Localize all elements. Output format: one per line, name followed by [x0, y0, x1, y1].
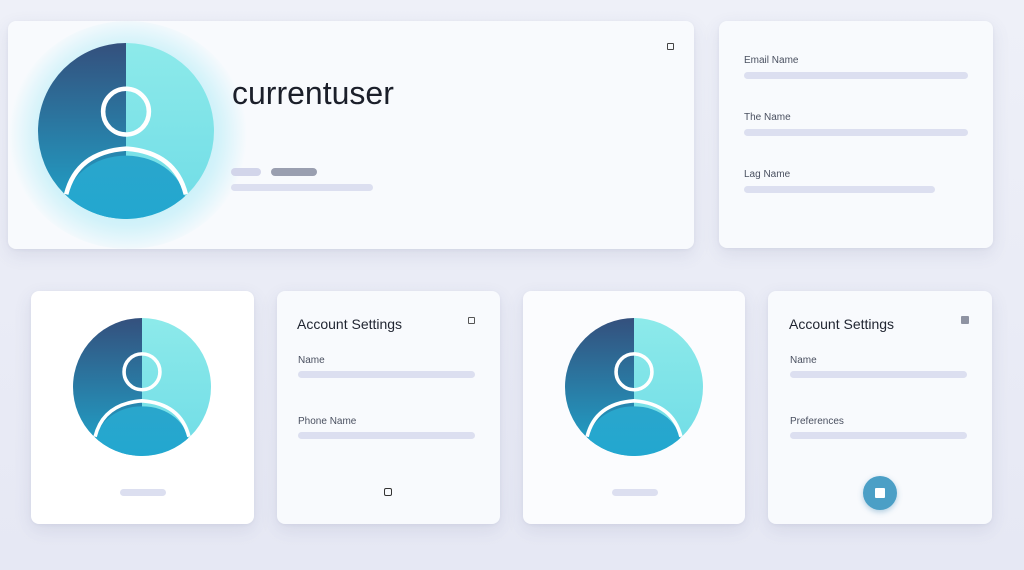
- detail-field[interactable]: [744, 186, 935, 193]
- field-input[interactable]: [790, 432, 967, 439]
- field-label: Name: [298, 355, 325, 366]
- avatar-card: [31, 291, 254, 524]
- action-button[interactable]: [863, 476, 897, 510]
- grid-icon[interactable]: [468, 317, 475, 324]
- profile-tag-placeholder: [231, 168, 261, 176]
- settings-card: Account Settings Name Preferences: [768, 291, 992, 524]
- card-title: Account Settings: [297, 316, 403, 332]
- profile-card: currentuser: [8, 21, 694, 249]
- avatar[interactable]: [73, 318, 211, 456]
- profile-tag-placeholder: [271, 168, 317, 176]
- card-title: Account Settings: [789, 316, 895, 332]
- profile-avatar[interactable]: [38, 42, 214, 220]
- stop-icon: [875, 488, 885, 498]
- grid-icon[interactable]: [667, 43, 674, 50]
- avatar-card: [523, 291, 745, 524]
- field-label: Preferences: [790, 416, 844, 427]
- square-icon[interactable]: [961, 316, 969, 324]
- detail-field[interactable]: [744, 72, 968, 79]
- grid-icon[interactable]: [384, 488, 392, 496]
- field-input[interactable]: [298, 371, 475, 378]
- detail-label: Email Name: [744, 55, 799, 66]
- field-label: Phone Name: [298, 416, 357, 427]
- profile-line-placeholder: [231, 184, 373, 191]
- caption-placeholder: [612, 489, 658, 496]
- detail-field[interactable]: [744, 129, 968, 136]
- detail-label: Lag Name: [744, 169, 791, 180]
- avatar[interactable]: [565, 318, 703, 456]
- details-card: Email Name The Name Lag Name: [719, 21, 993, 248]
- field-label: Name: [790, 355, 817, 366]
- field-input[interactable]: [298, 432, 475, 439]
- settings-card: Account Settings Name Phone Name: [277, 291, 500, 524]
- caption-placeholder: [120, 489, 166, 496]
- detail-label: The Name: [744, 112, 791, 123]
- field-input[interactable]: [790, 371, 967, 378]
- profile-username: currentuser: [232, 75, 394, 111]
